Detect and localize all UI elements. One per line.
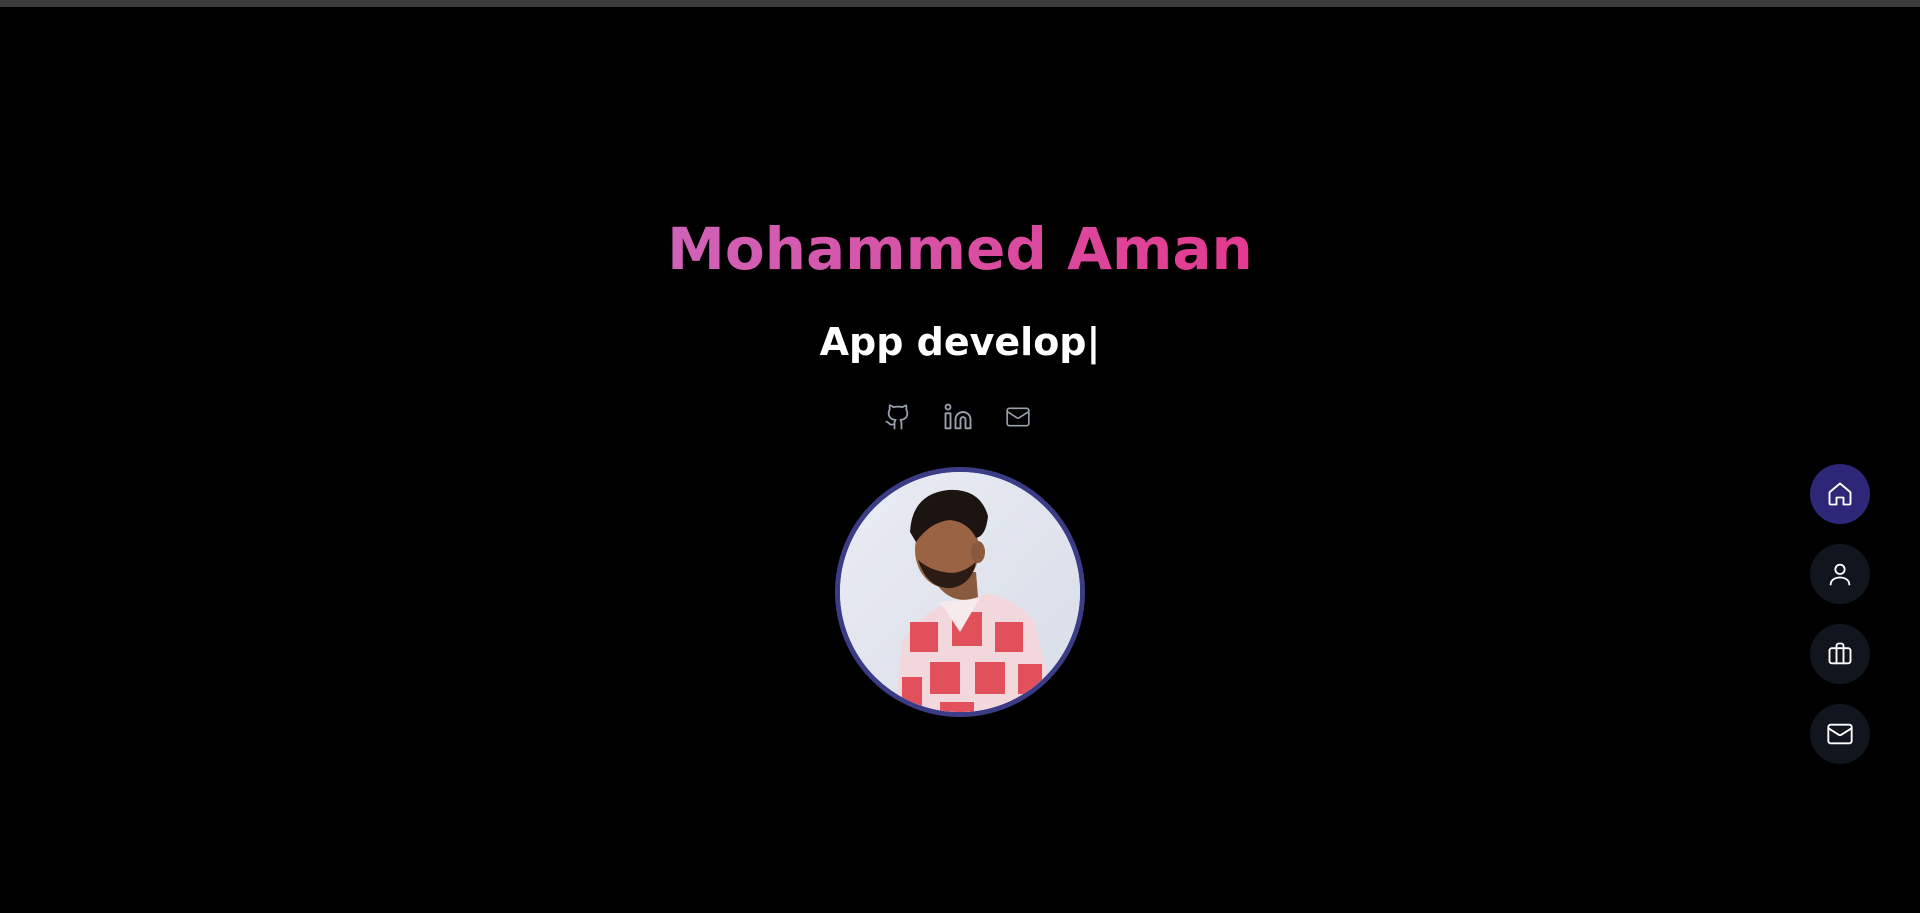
nav-work-button[interactable]	[1810, 624, 1870, 684]
nav-about-button[interactable]	[1810, 544, 1870, 604]
briefcase-icon	[1828, 642, 1852, 665]
hero-typed-role: App develop|	[819, 320, 1101, 364]
side-navigation	[1810, 464, 1870, 764]
home-icon	[1828, 482, 1852, 506]
mail-icon	[1827, 723, 1853, 745]
linkedin-icon[interactable]	[942, 400, 974, 434]
hero-name: Mohammed Aman	[667, 215, 1253, 283]
mail-icon[interactable]	[1002, 400, 1034, 434]
social-links	[882, 400, 1034, 434]
hero-section: Mohammed Aman App develop|	[0, 0, 1920, 913]
nav-home-button[interactable]	[1810, 464, 1870, 524]
user-icon	[1829, 563, 1851, 586]
profile-photo	[835, 467, 1085, 717]
github-icon[interactable]	[882, 400, 914, 434]
nav-contact-button[interactable]	[1810, 704, 1870, 764]
